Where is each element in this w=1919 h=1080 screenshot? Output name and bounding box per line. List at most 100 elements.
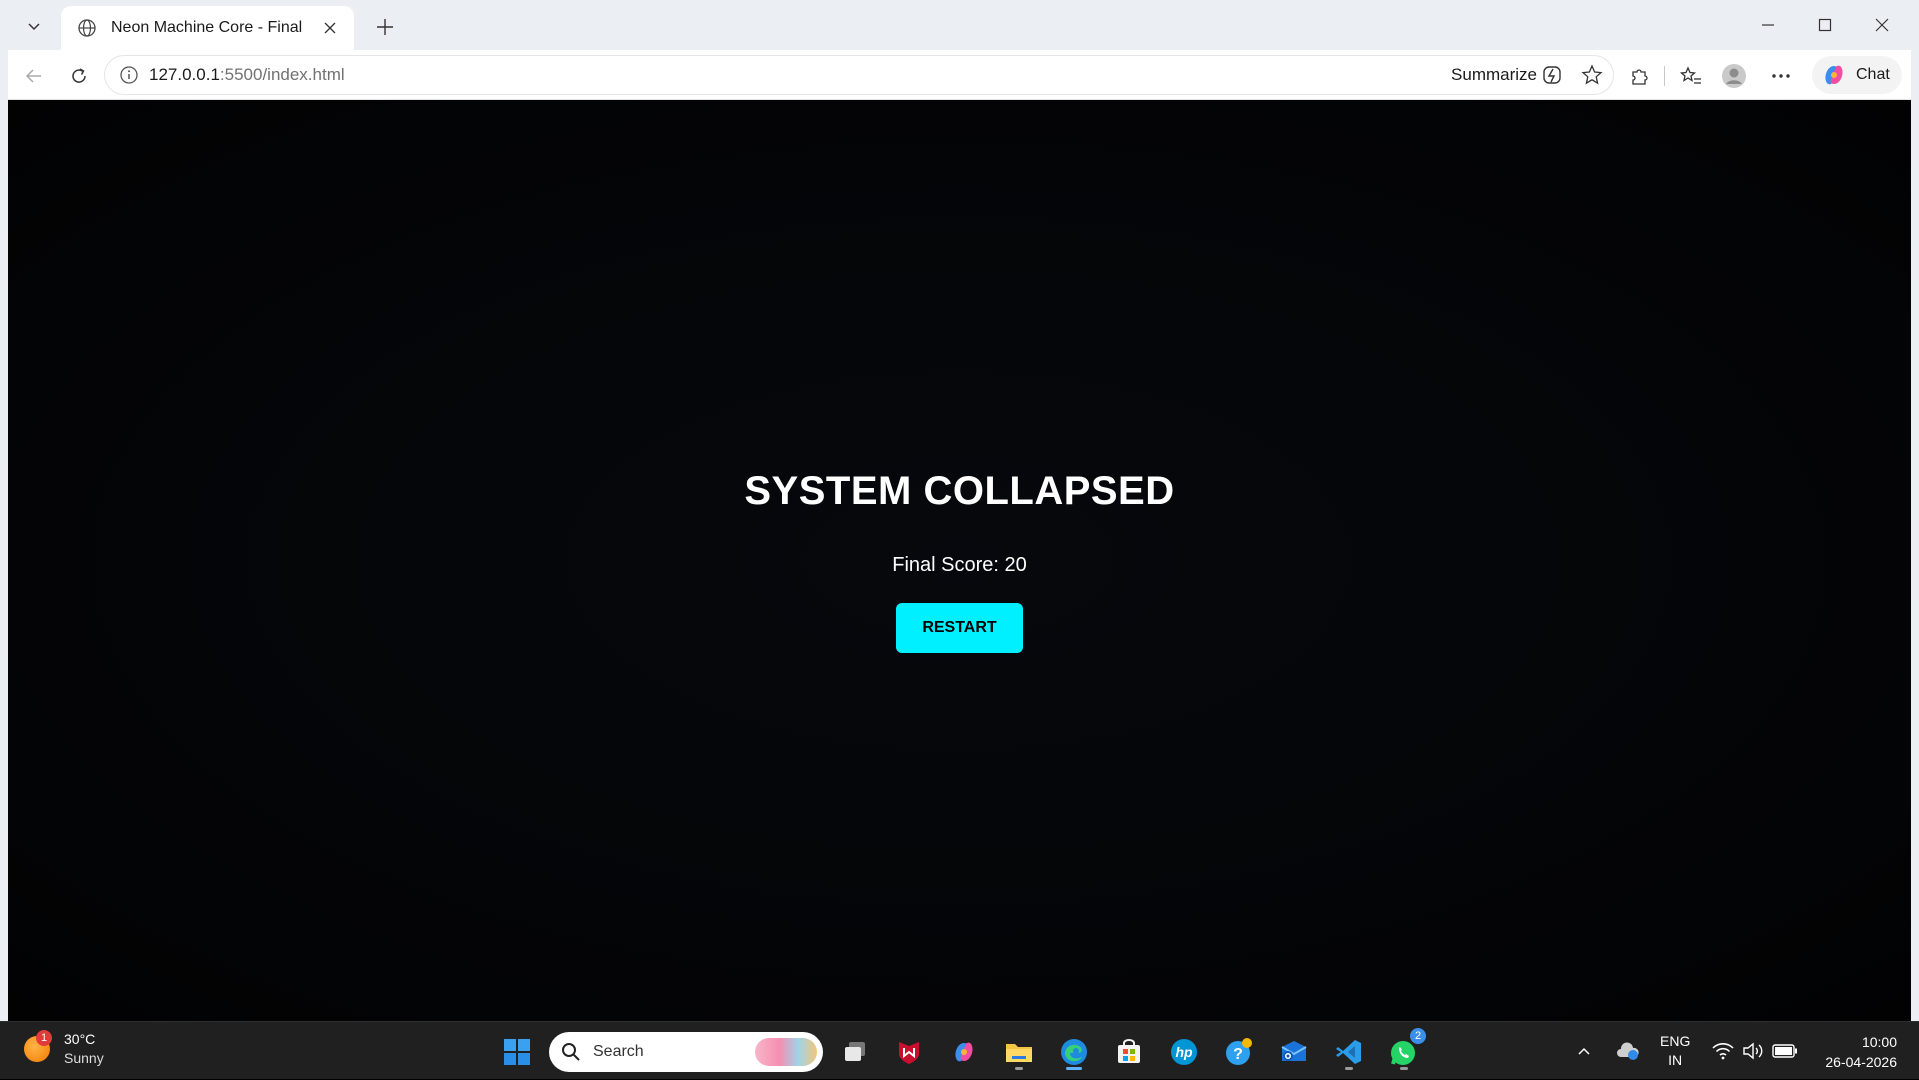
url-text[interactable]: 127.0.0.1:5500/index.html [149, 65, 345, 85]
maximize-icon [1818, 18, 1832, 32]
edge-app[interactable] [1054, 1032, 1094, 1072]
edge-icon [1061, 1039, 1087, 1065]
extensions-button[interactable] [1625, 62, 1653, 90]
search-highlight-image [755, 1038, 817, 1066]
outlook-app[interactable] [1274, 1032, 1314, 1072]
task-view-icon [845, 1042, 865, 1061]
site-info-button[interactable] [109, 55, 149, 95]
battery-icon [1772, 1044, 1797, 1058]
url-host: 127.0.0.1 [149, 65, 220, 84]
weather-widget[interactable]: 1 30°C Sunny [24, 1030, 104, 1068]
onedrive-button[interactable] [1616, 1022, 1640, 1080]
reload-icon [72, 68, 86, 83]
copilot-icon [1825, 65, 1843, 85]
page-viewport: SYSTEM COLLAPSED Final Score: 20 RESTART [8, 101, 1911, 1021]
summarize-label: Summarize [1451, 65, 1537, 84]
globe-icon [78, 19, 96, 37]
temperature: 30°C [64, 1031, 96, 1047]
arrow-left-icon [25, 69, 41, 83]
folder-icon [1006, 1044, 1032, 1062]
task-view-button[interactable] [835, 1032, 875, 1072]
close-icon [1875, 18, 1889, 32]
close-window-button[interactable] [1862, 10, 1902, 40]
windows-logo-icon [504, 1039, 530, 1065]
svg-text:hp: hp [1175, 1044, 1193, 1060]
tab-bar: Neon Machine Core - Final [0, 0, 1919, 50]
clock[interactable]: 10:00 26-04-2026 [1825, 1032, 1897, 1072]
avatar-icon [1722, 64, 1746, 88]
window-border-left [0, 50, 8, 1021]
toolbar-divider [1664, 66, 1665, 86]
running-indicator [1400, 1067, 1408, 1070]
chevron-down-icon [28, 23, 40, 31]
profile-button[interactable] [1720, 62, 1748, 90]
mcafee-icon [899, 1042, 919, 1064]
puzzle-icon [1632, 69, 1648, 85]
minimize-button[interactable] [1748, 10, 1788, 40]
search-icon [562, 1043, 580, 1061]
whatsapp-app[interactable]: 2 [1384, 1028, 1426, 1072]
minimize-icon [1762, 24, 1774, 26]
summarize-icon [1543, 66, 1561, 84]
region-code: IN [1668, 1052, 1683, 1068]
language-indicator[interactable]: ENG IN [1660, 1022, 1690, 1080]
copilot-app[interactable] [944, 1032, 984, 1072]
running-indicator [1345, 1067, 1353, 1070]
notification-badge: 1 [36, 1030, 52, 1046]
reload-button[interactable] [63, 60, 95, 92]
favorites-button[interactable] [1677, 62, 1705, 90]
running-indicator [1015, 1067, 1023, 1070]
back-button[interactable] [18, 60, 50, 92]
final-score: Final Score: 20 [892, 554, 1027, 576]
window-border-right [1911, 50, 1919, 1021]
summarize-button[interactable]: Summarize [1451, 64, 1563, 86]
url-path: :5500/index.html [219, 65, 345, 84]
clock-date: 26-04-2026 [1825, 1054, 1897, 1070]
hp-icon: hp [1171, 1039, 1197, 1065]
quick-settings-button[interactable] [1712, 1022, 1798, 1080]
game-over-title: SYSTEM COLLAPSED [744, 469, 1175, 513]
wifi-icon [1712, 1043, 1734, 1060]
game-over-screen: SYSTEM COLLAPSED Final Score: 20 RESTART [8, 101, 1911, 1021]
chat-label: Chat [1856, 66, 1890, 83]
favorite-button[interactable] [1581, 64, 1603, 91]
show-hidden-icons-button[interactable] [1576, 1022, 1592, 1080]
store-app[interactable] [1109, 1032, 1149, 1072]
browser-toolbar: 127.0.0.1:5500/index.html Summarize Chat [0, 50, 1919, 100]
volume-icon [1743, 1042, 1763, 1060]
taskbar-search[interactable]: Search [549, 1032, 823, 1072]
star-icon [1581, 64, 1603, 85]
tab-title: Neon Machine Core - Final [111, 19, 303, 36]
restart-button[interactable]: RESTART [896, 603, 1023, 653]
tab-list-button[interactable] [14, 10, 54, 42]
maximize-button[interactable] [1805, 10, 1845, 40]
whatsapp-badge: 2 [1410, 1028, 1426, 1044]
start-button[interactable] [497, 1032, 537, 1072]
active-tab[interactable]: Neon Machine Core - Final [61, 6, 354, 50]
hp-app[interactable]: hp [1164, 1032, 1204, 1072]
taskbar: 1 30°C Sunny Search hp ? 2 ENG IN 10:00 … [0, 1021, 1919, 1079]
chevron-up-icon [1578, 1047, 1590, 1055]
running-indicator-active [1066, 1067, 1082, 1070]
weather-condition: Sunny [64, 1050, 104, 1066]
outlook-icon [1281, 1041, 1307, 1061]
help-icon: ? [1226, 1038, 1252, 1065]
mcafee-app[interactable] [889, 1032, 929, 1072]
copilot-icon [955, 1042, 973, 1062]
more-button[interactable] [1767, 62, 1795, 90]
close-icon [324, 22, 336, 34]
address-bar[interactable]: 127.0.0.1:5500/index.html Summarize [104, 55, 1614, 95]
info-icon [120, 66, 138, 84]
close-tab-button[interactable] [318, 16, 342, 40]
more-horizontal-icon [1772, 74, 1790, 78]
cloud-sync-icon [1617, 1042, 1639, 1060]
copilot-chat-button[interactable]: Chat [1812, 56, 1902, 94]
favorites-list-icon [1680, 66, 1701, 84]
svg-text:?: ? [1233, 1046, 1243, 1063]
new-tab-button[interactable] [370, 12, 400, 42]
vscode-app[interactable] [1329, 1032, 1369, 1072]
help-app[interactable]: ? [1219, 1032, 1259, 1072]
sun-icon: 1 [24, 1030, 52, 1062]
plus-icon [377, 19, 393, 35]
file-explorer-app[interactable] [999, 1032, 1039, 1072]
